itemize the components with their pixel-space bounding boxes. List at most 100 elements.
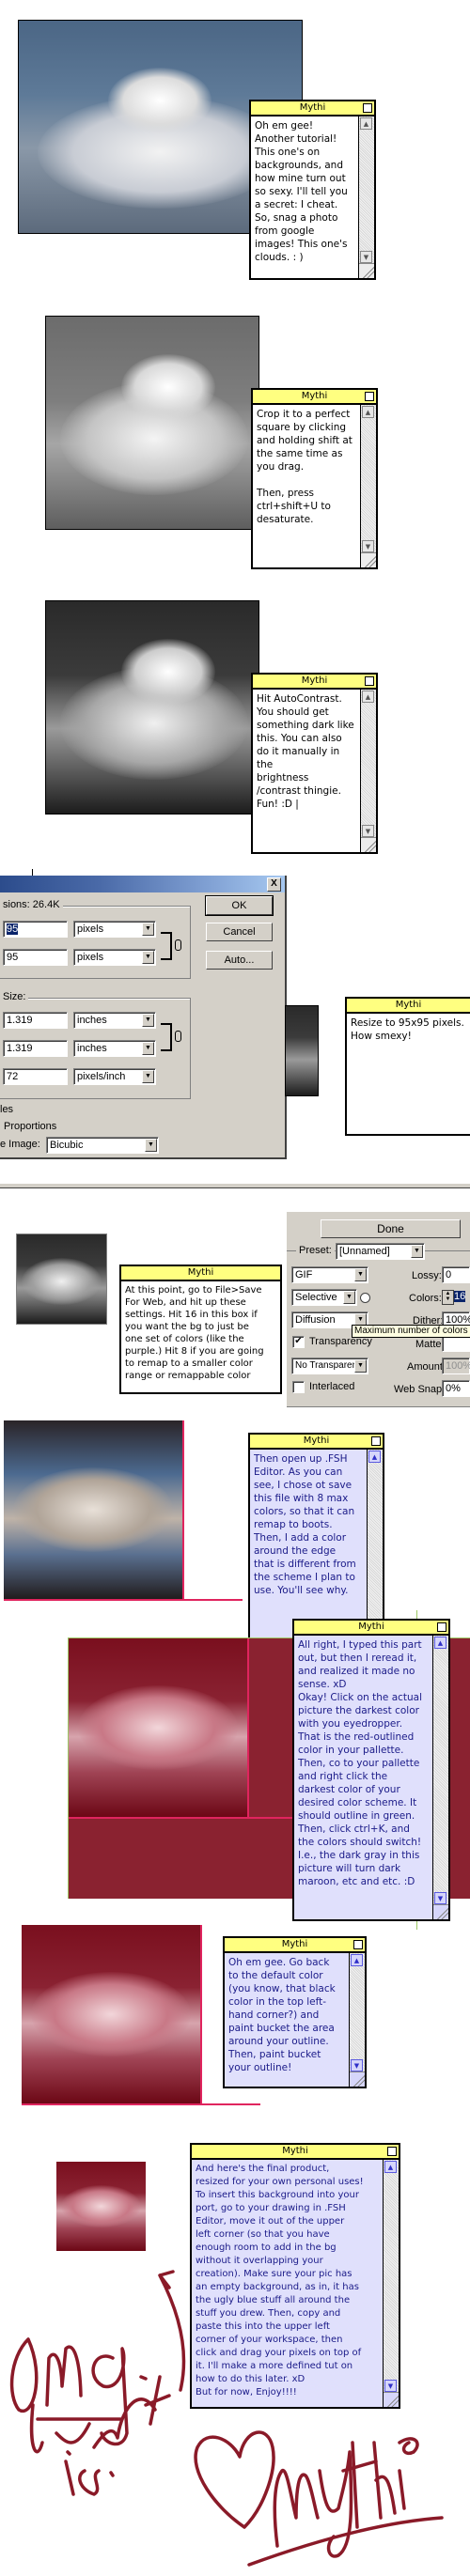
chain-link-icon (175, 1031, 181, 1042)
done-button[interactable]: Done (321, 1219, 461, 1238)
resize-grip-icon[interactable] (384, 2392, 399, 2407)
colors-stepper[interactable]: ▲ ▼ (442, 1290, 454, 1305)
scroll-down-arrow-icon[interactable]: ▼ (362, 540, 374, 552)
scroll-up-arrow-icon[interactable]: ▲ (360, 117, 372, 130)
scroll-down-arrow-icon[interactable]: ▼ (434, 1892, 446, 1904)
handwritten-heart-mythi-signature (194, 2430, 444, 2567)
scrollbar[interactable]: ▲ ▼ (360, 690, 376, 852)
note-text[interactable]: Crop it to a perfect square by clicking … (253, 405, 361, 567)
resample-image-label: e Image: (0, 1139, 40, 1150)
maximize-icon[interactable] (353, 1940, 363, 1949)
heart (194, 2430, 275, 2529)
scrollbar[interactable]: ▲ ▼ (349, 1953, 365, 2087)
note-text[interactable]: Resize to 95x95 pixels. How smexy! (347, 1014, 470, 1134)
note-window-2[interactable]: Mythi Crop it to a perfect square by cli… (251, 388, 378, 569)
chevron-down-icon: ▼ (145, 1139, 157, 1152)
width-pixels-input[interactable]: 95 (3, 921, 68, 938)
ok-button[interactable]: OK (205, 895, 274, 916)
transparency-checkbox[interactable]: ✔ (292, 1336, 305, 1348)
maximize-icon[interactable] (363, 103, 372, 113)
note-text[interactable]: Oh em gee! Another tutorial! This one's … (251, 116, 359, 278)
note-title-bar[interactable]: Mythi (251, 101, 374, 116)
scroll-up-arrow-icon[interactable]: ▲ (384, 2161, 397, 2173)
note-text[interactable]: Oh em gee. Go back to the default color … (225, 1953, 350, 2087)
preset-label: Preset: (296, 1245, 335, 1256)
scale-styles-label[interactable]: les (0, 1104, 13, 1115)
doc-width-unit-select[interactable]: inches ▼ (73, 1012, 156, 1029)
constrain-proportions-label[interactable]: Proportions (4, 1121, 56, 1132)
scrollbar[interactable]: ▲ ▼ (358, 116, 374, 278)
height-unit-select[interactable]: pixels ▼ (73, 949, 156, 966)
height-pixels-input[interactable]: 95 (3, 949, 68, 966)
note-window-8[interactable]: Mythi Oh em gee. Go back to the default … (223, 1936, 367, 2088)
scroll-up-arrow-icon[interactable]: ▲ (362, 691, 374, 703)
letter-m (273, 2469, 320, 2548)
note-window-1[interactable]: Mythi Oh em gee! Another tutorial! This … (249, 100, 376, 280)
auto-button[interactable]: Auto... (206, 951, 273, 970)
scroll-down-arrow-icon[interactable]: ▼ (362, 825, 374, 837)
note-window-7[interactable]: Mythi All right, I typed this part out, … (292, 1619, 450, 1921)
note-text[interactable]: At this point, go to File>Save For Web, … (121, 1281, 280, 1392)
scroll-up-arrow-icon[interactable]: ▲ (351, 1954, 363, 1966)
scrollbar[interactable]: ▲ ▼ (383, 2160, 399, 2407)
interlaced-label: Interlaced (309, 1381, 355, 1392)
chevron-down-icon: ▼ (354, 1359, 367, 1373)
resize-grip-icon[interactable] (361, 837, 376, 852)
lossy-input[interactable]: 0 (442, 1266, 470, 1283)
chain-link-icon (175, 939, 181, 951)
maximize-icon[interactable] (371, 1436, 381, 1446)
note-window-9[interactable]: Mythi And here's the final product, resi… (190, 2143, 400, 2409)
scrollbar[interactable]: ▲ ▼ (432, 1636, 448, 1919)
edge-outline-right (182, 1420, 184, 1601)
note-window-5[interactable]: Mythi At this point, go to File>Save For… (119, 1265, 282, 1394)
letter-m (45, 2345, 83, 2407)
note-window-3[interactable]: Mythi Hit AutoContrast. You should get s… (251, 673, 378, 854)
edge-outline-bottom (22, 2103, 260, 2105)
maximize-icon[interactable] (365, 676, 374, 686)
interlaced-checkbox[interactable] (292, 1381, 305, 1393)
width-unit-select[interactable]: pixels ▼ (73, 921, 156, 938)
constrain-bracket (161, 1023, 172, 1051)
format-select[interactable]: GIF ▼ (291, 1266, 368, 1283)
note-text[interactable]: All right, I typed this part out, but th… (294, 1636, 433, 1919)
scroll-down-arrow-icon[interactable]: ▼ (384, 2380, 397, 2392)
note-text[interactable]: And here's the final product, resized fo… (192, 2160, 384, 2407)
note-text[interactable]: Hit AutoContrast. You should get somethi… (253, 690, 361, 852)
scroll-down-arrow-icon[interactable]: ▼ (351, 2059, 363, 2072)
doc-width-input[interactable]: 1.319 (3, 1012, 68, 1029)
resize-grip-icon[interactable] (433, 1904, 448, 1919)
lossy-label: Lossy: (412, 1270, 442, 1281)
preset-select[interactable]: [Unnamed] ▼ (336, 1243, 425, 1260)
maximize-icon[interactable] (365, 392, 374, 401)
scroll-up-arrow-icon[interactable]: ▲ (368, 1451, 381, 1463)
resolution-input[interactable]: 72 (3, 1068, 68, 1085)
resample-method-select[interactable]: Bicubic ▼ (46, 1137, 159, 1154)
doc-height-unit-select[interactable]: inches ▼ (73, 1040, 156, 1057)
resize-grip-icon[interactable] (350, 2072, 365, 2087)
toolbar-fragment (0, 1184, 470, 1188)
close-icon[interactable]: X (267, 877, 281, 892)
resolution-unit-select[interactable]: pixels/inch ▼ (73, 1068, 156, 1085)
transparency-dither-select[interactable]: No Transparen... ▼ (291, 1358, 368, 1374)
word-it (144, 2375, 171, 2426)
scrollbar[interactable]: ▲ ▼ (360, 405, 376, 567)
word-there (29, 2398, 157, 2454)
color-reduction-select[interactable]: Selective ▼ (291, 1289, 357, 1306)
cancel-button[interactable]: Cancel (206, 923, 273, 941)
scroll-down-arrow-icon[interactable]: ▼ (360, 251, 372, 263)
note-window-4[interactable]: Mythi Resize to 95x95 pixels. How smexy! (345, 997, 470, 1136)
arrow-stroke (158, 2270, 186, 2392)
scroll-up-arrow-icon[interactable]: ▲ (362, 406, 374, 418)
maximize-icon[interactable] (437, 1622, 446, 1632)
scroll-up-arrow-icon[interactable]: ▲ (434, 1637, 446, 1649)
chevron-down-icon: ▼ (411, 1245, 423, 1258)
color-picker-icon[interactable] (360, 1293, 370, 1303)
letter-o (9, 2337, 39, 2413)
dialog-title-bar[interactable] (0, 876, 285, 892)
colors-input[interactable]: 16 (454, 1289, 470, 1306)
doc-height-input[interactable]: 1.319 (3, 1040, 68, 1057)
resize-grip-icon[interactable] (361, 552, 376, 567)
maximize-icon[interactable] (387, 2147, 397, 2156)
web-snap-input[interactable]: 0% (442, 1380, 470, 1397)
resize-grip-icon[interactable] (359, 263, 374, 278)
